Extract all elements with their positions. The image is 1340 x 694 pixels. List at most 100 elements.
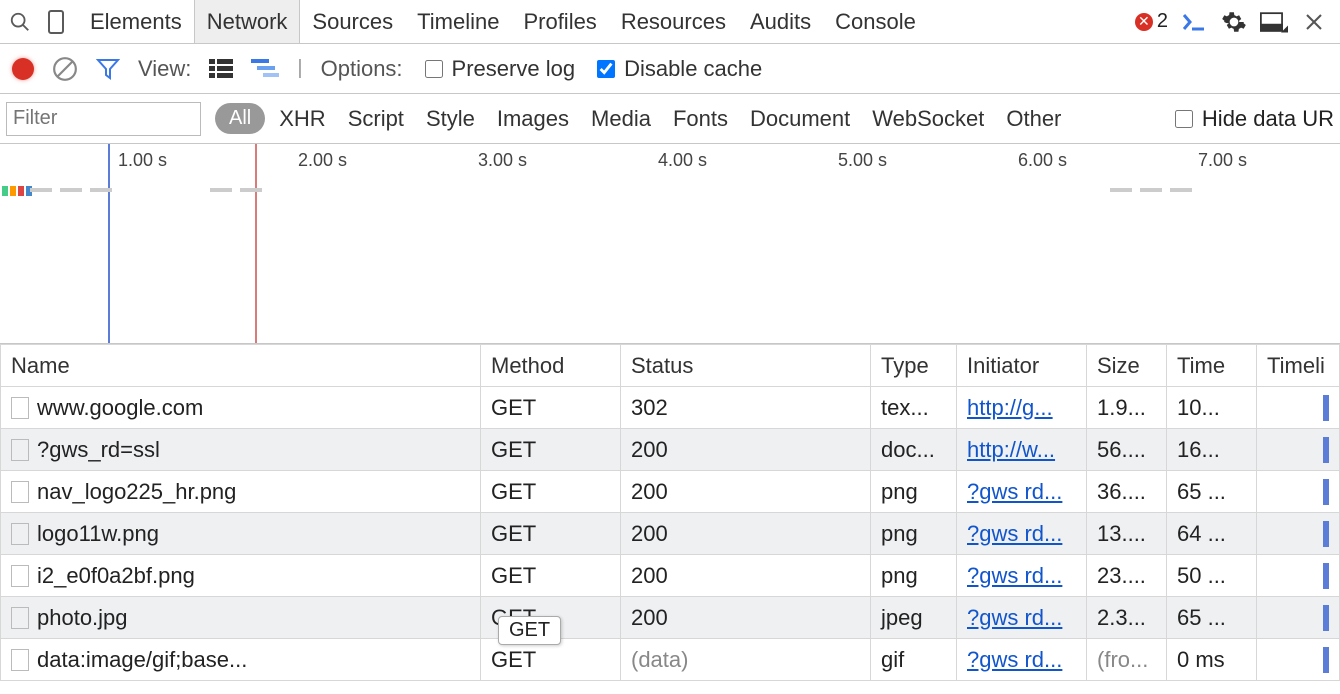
cell (1257, 597, 1340, 639)
cell[interactable]: http://w... (957, 429, 1087, 471)
cell: 10... (1167, 387, 1257, 429)
clear-icon[interactable] (52, 56, 78, 82)
type-filter-images[interactable]: Images (497, 106, 569, 132)
disable-cache-checkbox[interactable] (597, 60, 615, 78)
tab-sources[interactable]: Sources (300, 0, 405, 43)
cell: ?gws_rd=ssl (1, 429, 481, 471)
close-icon[interactable] (1300, 8, 1328, 36)
preserve-log-checkbox[interactable] (425, 60, 443, 78)
dash-marks (210, 188, 262, 192)
col-timeli[interactable]: Timeli (1257, 345, 1340, 387)
tab-timeline[interactable]: Timeline (405, 0, 511, 43)
type-filter-xhr[interactable]: XHR (279, 106, 325, 132)
waterfall-bar (1323, 479, 1329, 505)
table-row[interactable]: data:image/gif;base...GET(data)gif?gws r… (1, 639, 1340, 681)
initiator-link[interactable]: ?gws rd... (967, 647, 1062, 672)
cell[interactable]: http://g... (957, 387, 1087, 429)
hide-data-urls-checkbox[interactable] (1175, 110, 1193, 128)
disable-cache-option[interactable]: Disable cache (593, 56, 762, 82)
cell: GET (481, 429, 621, 471)
type-filter-fonts[interactable]: Fonts (673, 106, 728, 132)
preserve-log-label: Preserve log (452, 56, 576, 82)
filter-input[interactable] (6, 102, 201, 136)
hide-data-urls-label: Hide data UR (1202, 106, 1334, 132)
search-icon[interactable] (6, 8, 34, 36)
cell: GET (481, 387, 621, 429)
tab-console[interactable]: Console (823, 0, 928, 43)
cell: doc... (871, 429, 957, 471)
initiator-link[interactable]: ?gws rd... (967, 605, 1062, 630)
col-time[interactable]: Time (1167, 345, 1257, 387)
requests-table: NameMethodStatusTypeInitiatorSizeTimeTim… (0, 344, 1340, 681)
cell[interactable]: ?gws rd... (957, 597, 1087, 639)
type-filter-other[interactable]: Other (1006, 106, 1061, 132)
initiator-link[interactable]: ?gws rd... (967, 563, 1062, 588)
waterfall-view-icon[interactable] (251, 59, 279, 79)
separator: | (297, 57, 302, 80)
initiator-link[interactable]: ?gws rd... (967, 479, 1062, 504)
type-filter-document[interactable]: Document (750, 106, 850, 132)
cell: 13.... (1087, 513, 1167, 555)
type-filter-websocket[interactable]: WebSocket (872, 106, 984, 132)
waterfall-bar (1323, 647, 1329, 673)
tab-audits[interactable]: Audits (738, 0, 823, 43)
request-name: www.google.com (37, 395, 203, 421)
tab-elements[interactable]: Elements (78, 0, 194, 43)
cell: GET (481, 513, 621, 555)
timeline-tick: 4.00 s (658, 150, 707, 171)
filter-funnel-icon[interactable] (96, 57, 120, 81)
cell[interactable]: ?gws rd... (957, 513, 1087, 555)
cell[interactable]: ?gws rd... (957, 639, 1087, 681)
device-icon[interactable] (42, 8, 70, 36)
cell: GET (481, 471, 621, 513)
table-row[interactable]: nav_logo225_hr.pngGET200png?gws rd...36.… (1, 471, 1340, 513)
type-filter-media[interactable]: Media (591, 106, 651, 132)
cell: gif (871, 639, 957, 681)
preserve-log-option[interactable]: Preserve log (421, 56, 576, 82)
waterfall-bar (1323, 521, 1329, 547)
col-name[interactable]: Name (1, 345, 481, 387)
table-row[interactable]: logo11w.pngGET200png?gws rd...13....64 .… (1, 513, 1340, 555)
tab-profiles[interactable]: Profiles (511, 0, 608, 43)
cell: 65 ... (1167, 597, 1257, 639)
load-event-line (255, 144, 257, 343)
method-tooltip: GET (498, 616, 561, 645)
initiator-link[interactable]: http://w... (967, 437, 1055, 462)
table-row[interactable]: photo.jpgGET200jpeg?gws rd...2.3...65 ..… (1, 597, 1340, 639)
tab-resources[interactable]: Resources (609, 0, 738, 43)
initiator-link[interactable]: http://g... (967, 395, 1053, 420)
col-initiator[interactable]: Initiator (957, 345, 1087, 387)
console-prompt-icon[interactable] (1180, 8, 1208, 36)
type-filter-script[interactable]: Script (348, 106, 404, 132)
initiator-link[interactable]: ?gws rd... (967, 521, 1062, 546)
record-button[interactable] (12, 58, 34, 80)
dock-icon[interactable] (1260, 8, 1288, 36)
table-row[interactable]: ?gws_rd=sslGET200doc...http://w...56....… (1, 429, 1340, 471)
cell: 200 (621, 429, 871, 471)
timeline-overview[interactable]: 1.00 s2.00 s3.00 s4.00 s5.00 s6.00 s7.00… (0, 144, 1340, 344)
table-row[interactable]: i2_e0f0a2bf.pngGET200png?gws rd...23....… (1, 555, 1340, 597)
col-status[interactable]: Status (621, 345, 871, 387)
filter-all-pill[interactable]: All (215, 103, 265, 134)
devtools-menubar: ElementsNetworkSourcesTimelineProfilesRe… (0, 0, 1340, 44)
mini-bars (2, 186, 32, 196)
cell: i2_e0f0a2bf.png (1, 555, 481, 597)
list-view-icon[interactable] (209, 59, 233, 79)
col-size[interactable]: Size (1087, 345, 1167, 387)
type-filter-style[interactable]: Style (426, 106, 475, 132)
cell[interactable]: ?gws rd... (957, 471, 1087, 513)
col-method[interactable]: Method (481, 345, 621, 387)
file-icon (11, 649, 29, 671)
cell[interactable]: ?gws rd... (957, 555, 1087, 597)
error-count-badge[interactable]: ✕ 2 (1135, 10, 1168, 33)
settings-gear-icon[interactable] (1220, 8, 1248, 36)
hide-data-urls-option[interactable]: Hide data UR (1171, 106, 1334, 132)
domcontentloaded-line (108, 144, 110, 343)
col-type[interactable]: Type (871, 345, 957, 387)
timeline-tick: 2.00 s (298, 150, 347, 171)
cell: photo.jpg (1, 597, 481, 639)
waterfall-bar (1323, 563, 1329, 589)
tab-network[interactable]: Network (194, 0, 301, 43)
waterfall-bar (1323, 395, 1329, 421)
table-row[interactable]: www.google.comGET302tex...http://g...1.9… (1, 387, 1340, 429)
